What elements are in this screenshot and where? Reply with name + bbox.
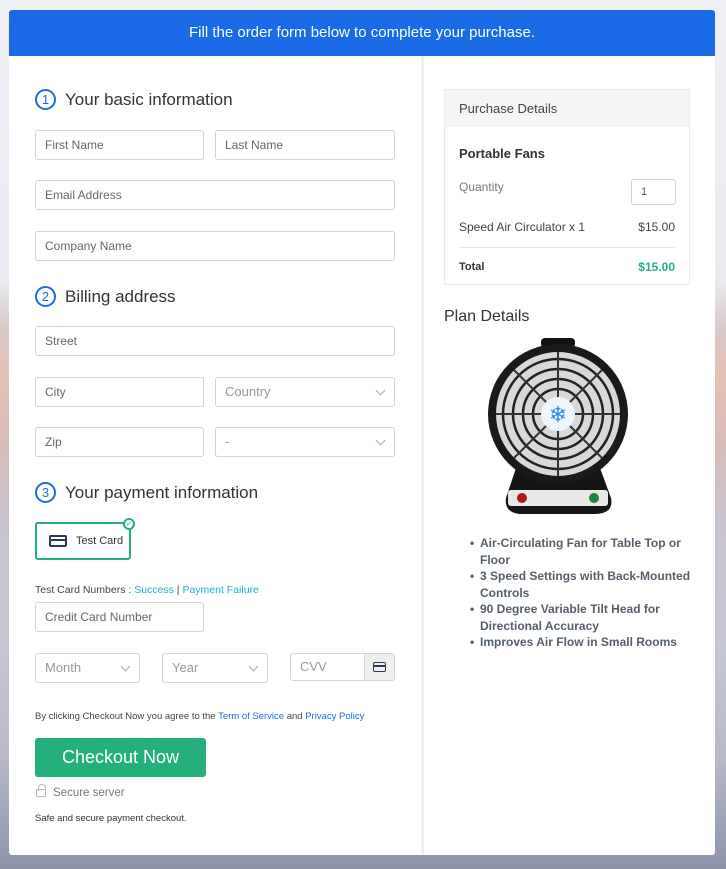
section-title: Billing address: [65, 286, 176, 306]
credit-card-icon: [49, 535, 67, 547]
product-image-fan: ❄: [488, 338, 628, 514]
total-value: $15.00: [638, 260, 675, 274]
section-title: Your payment information: [65, 482, 259, 502]
page-header: Fill the order form below to complete yo…: [9, 10, 715, 56]
state-select-value: -: [225, 434, 230, 449]
lock-icon: [36, 784, 46, 797]
city-input[interactable]: City: [35, 377, 204, 407]
feature-item: 90 Degree Variable Tilt Head for Directi…: [470, 601, 700, 634]
success-link[interactable]: Success: [134, 584, 174, 596]
step-badge: 3: [35, 482, 56, 503]
test-card-numbers: Test Card Numbers : Success | Payment Fa…: [35, 584, 259, 596]
check-circle-icon: ✓: [123, 518, 135, 530]
product-name: Portable Fans: [459, 146, 545, 161]
payment-failure-link[interactable]: Payment Failure: [182, 584, 258, 596]
chevron-down-icon: [120, 661, 131, 672]
cvv-help-button[interactable]: [364, 654, 394, 680]
terms-text: By clicking Checkout Now you agree to th…: [35, 711, 364, 722]
purchase-details-title: Purchase Details: [445, 90, 689, 127]
section-billing: 2 Billing address: [35, 286, 176, 307]
step-badge: 2: [35, 286, 56, 307]
quantity-input[interactable]: 1: [631, 179, 676, 205]
company-input[interactable]: Company Name: [35, 231, 395, 261]
section-payment: 3 Your payment information: [35, 482, 258, 503]
divider: [459, 247, 675, 248]
card-number-input[interactable]: Credit Card Number: [35, 602, 204, 632]
order-summary: Purchase Details Portable Fans Quantity …: [424, 56, 715, 855]
terms-prefix: By clicking Checkout Now you agree to th…: [35, 711, 219, 722]
section-basic-info: 1 Your basic information: [35, 89, 233, 110]
chevron-down-icon: [248, 661, 259, 672]
state-select[interactable]: -: [215, 427, 395, 457]
zip-input[interactable]: Zip: [35, 427, 204, 457]
safe-checkout-text: Safe and secure payment checkout.: [35, 813, 187, 824]
feature-item: 3 Speed Settings with Back-Mounted Contr…: [470, 568, 700, 601]
feature-item: Air-Circulating Fan for Table Top or Flo…: [470, 535, 700, 568]
total-label: Total: [459, 261, 485, 273]
plan-features-list: Air-Circulating Fan for Table Top or Flo…: [470, 535, 700, 651]
feature-item: Improves Air Flow in Small Rooms: [470, 634, 700, 651]
test-card-label: Test Card Numbers :: [35, 584, 135, 596]
terms-of-service-link[interactable]: Term of Service: [218, 711, 284, 722]
step-badge: 1: [35, 89, 56, 110]
country-select-value: Country: [225, 384, 271, 399]
credit-card-icon: [373, 662, 386, 672]
line-item-price: $15.00: [638, 220, 675, 234]
purchase-details-panel: Purchase Details Portable Fans Quantity …: [444, 89, 690, 285]
cvv-input[interactable]: CVV: [290, 653, 395, 681]
on-button-icon: [589, 493, 599, 503]
snowflake-icon: ❄: [549, 403, 567, 428]
privacy-policy-link[interactable]: Privacy Policy: [305, 711, 364, 722]
chevron-down-icon: [375, 385, 386, 396]
order-form-card: 1 Your basic information First Name Last…: [9, 56, 715, 855]
month-select-value: Month: [45, 660, 82, 675]
year-select-value: Year: [172, 660, 199, 675]
country-select[interactable]: Country: [215, 377, 395, 407]
order-form: 1 Your basic information First Name Last…: [9, 56, 421, 855]
street-input[interactable]: Street: [35, 326, 395, 356]
first-name-input[interactable]: First Name: [35, 130, 204, 160]
checkout-now-button[interactable]: Checkout Now: [35, 738, 206, 777]
cvv-placeholder: CVV: [300, 659, 327, 674]
off-button-icon: [517, 493, 527, 503]
last-name-input[interactable]: Last Name: [215, 130, 395, 160]
section-title: Your basic information: [65, 89, 233, 109]
month-select[interactable]: Month: [35, 653, 140, 683]
quantity-label: Quantity: [459, 180, 504, 194]
email-input[interactable]: Email Address: [35, 180, 395, 210]
payment-method-test-card[interactable]: Test Card ✓: [35, 518, 135, 560]
secure-server-label: Secure server: [53, 787, 125, 799]
terms-and: and: [284, 711, 306, 722]
plan-details-title: Plan Details: [444, 308, 530, 325]
chevron-down-icon: [375, 435, 386, 446]
line-item-label: Speed Air Circulator x 1: [459, 220, 586, 234]
year-select[interactable]: Year: [162, 653, 268, 683]
payment-method-label: Test Card: [76, 535, 124, 547]
